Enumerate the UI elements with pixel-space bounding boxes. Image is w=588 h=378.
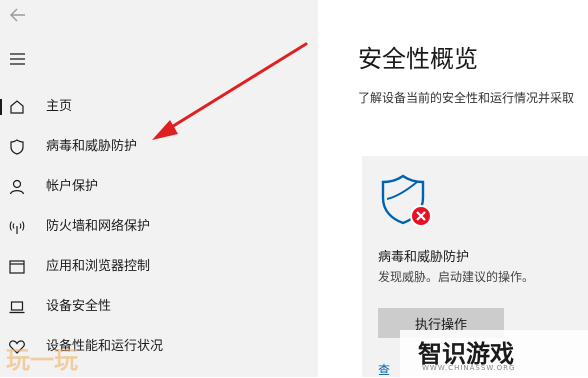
sidebar-item-home[interactable]: 主页 — [0, 90, 318, 124]
sidebar-item-account-protection[interactable]: 帐户保护 — [0, 170, 318, 204]
back-button[interactable] — [8, 5, 28, 25]
hamburger-menu-button[interactable] — [9, 51, 27, 65]
home-icon — [10, 100, 24, 114]
back-arrow-icon — [10, 8, 25, 22]
sidebar-item-label: 帐户保护 — [46, 179, 99, 194]
sidebar-item-device-security[interactable]: 设备安全性 — [0, 290, 318, 324]
page-subtitle: 了解设备当前的安全性和运行情况并采取 — [358, 91, 575, 105]
watermark-url: WWW.CHINASSW.ORG — [422, 364, 516, 372]
sidebar-item-label: 应用和浏览器控制 — [46, 259, 151, 274]
watermark-left-text: 玩一玩 — [6, 346, 78, 374]
sidebar: 主页 病毒和威胁防护 帐户保护 防火墙和网络保护 应用和浏览器控制 设备安全性 … — [0, 0, 318, 377]
watermark-right-logo: 智识游戏 WWW.CHINASSW.ORG — [400, 330, 588, 377]
card-link[interactable]: 查 — [378, 361, 390, 378]
sidebar-item-label: 防火墙和网络保护 — [46, 219, 151, 234]
hamburger-icon — [10, 53, 25, 65]
main-content: 安全性概览 了解设备当前的安全性和运行情况并采取 病毒和威胁防护 发现威胁。启动… — [318, 0, 588, 377]
shield-alert-icon — [381, 174, 432, 227]
watermark-left-logo: 玩一玩 — [2, 336, 98, 376]
card-title: 病毒和威胁防护 — [378, 250, 470, 265]
laptop-icon — [9, 301, 25, 314]
card-description: 发现威胁。启动建议的操作。 — [378, 270, 535, 284]
sidebar-item-label: 主页 — [46, 99, 73, 114]
sidebar-item-label: 设备安全性 — [46, 299, 112, 314]
page-title: 安全性概览 — [358, 45, 478, 73]
sidebar-item-label: 病毒和威胁防护 — [46, 139, 138, 154]
wifi-antenna-icon — [9, 221, 25, 234]
app-window-icon — [9, 260, 25, 274]
shield-icon — [10, 139, 24, 155]
sidebar-item-firewall[interactable]: 防火墙和网络保护 — [0, 210, 318, 244]
sidebar-item-app-browser-control[interactable]: 应用和浏览器控制 — [0, 250, 318, 284]
sidebar-item-virus-protection[interactable]: 病毒和威胁防护 — [0, 130, 318, 164]
person-icon — [9, 179, 25, 195]
